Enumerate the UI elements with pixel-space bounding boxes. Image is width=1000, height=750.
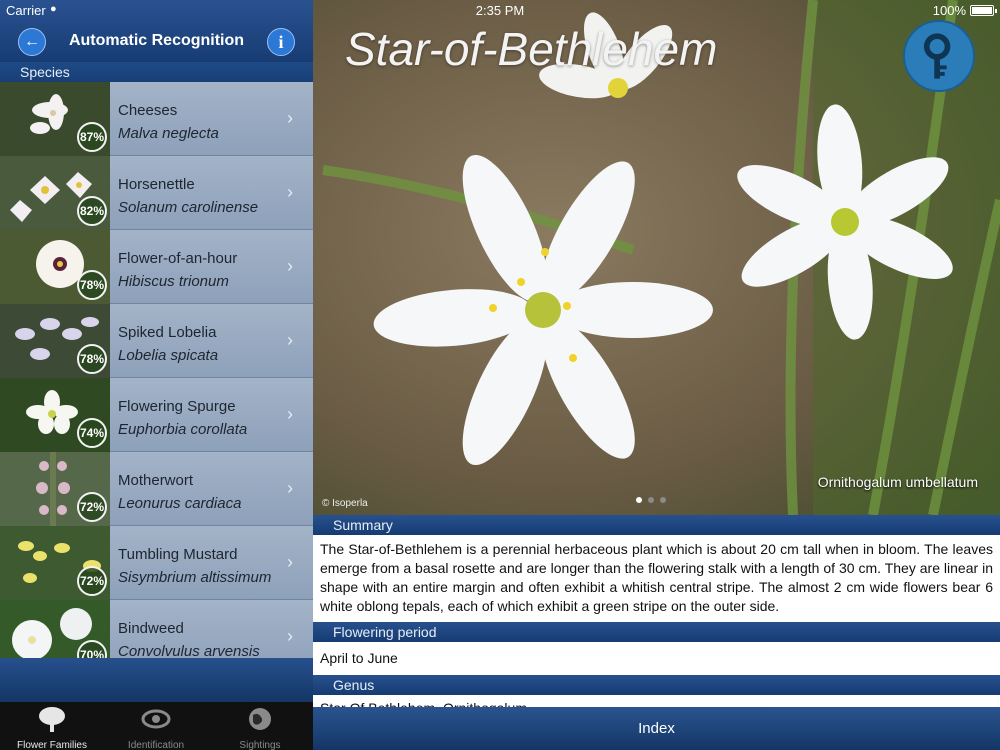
chevron-right-icon: ›	[287, 182, 293, 202]
species-common-name: Cheeses	[118, 102, 178, 119]
species-common-name: Motherwort	[118, 472, 194, 489]
match-badge: 74%	[77, 418, 107, 448]
species-latin-name: Lobelia spicata	[118, 347, 219, 364]
left-footer-bar	[0, 658, 313, 702]
chevron-right-icon: ›	[287, 256, 293, 276]
battery-percent: 100%	[932, 3, 966, 18]
species-latin-name: Convolvulus arvensis	[118, 643, 260, 658]
info-button[interactable]: i	[267, 28, 295, 56]
key-button[interactable]	[903, 20, 975, 92]
tab-label: Identification	[127, 740, 185, 750]
page-dot[interactable]	[660, 497, 666, 503]
list-item[interactable]: 82% Horsenettle Solanum carolinense ›	[0, 156, 313, 230]
eye-icon	[141, 709, 171, 729]
chevron-right-icon: ›	[287, 478, 293, 498]
globe-icon	[249, 708, 271, 730]
list-item[interactable]: 78% Spiked Lobelia Lobelia spicata ›	[0, 304, 313, 378]
species-common-name: Bindweed	[118, 620, 184, 637]
status-time: 2:35 PM	[475, 3, 525, 18]
summary-text: The Star-of-Bethlehem is a perennial her…	[320, 541, 993, 614]
species-latin-name: Malva neglecta	[118, 125, 219, 142]
genus-text: Star Of Bethlehem, Ornithogalum	[320, 699, 993, 707]
match-badge: 72%	[77, 566, 107, 596]
photo-credit: © Isoperla	[322, 498, 368, 509]
match-badge: 82%	[77, 196, 107, 226]
species-common-name: Spiked Lobelia	[118, 324, 217, 341]
list-item[interactable]: 74% Flowering Spurge Euphorbia corollata…	[0, 378, 313, 452]
list-item[interactable]: 87% Cheeses Malva neglecta ›	[0, 82, 313, 156]
list-item[interactable]: 78% Flower-of-an-hour Hibiscus trionum ›	[0, 230, 313, 304]
tab-bar: Flower Families Identification Sightings	[0, 702, 313, 750]
page-indicator[interactable]	[636, 490, 672, 508]
species-latin-name: Solanum carolinense	[118, 199, 259, 216]
tab-identification[interactable]: Identification	[104, 702, 208, 750]
plant-photo[interactable]	[313, 0, 1000, 515]
page-dot[interactable]	[636, 497, 642, 503]
species-latin-name: Leonurus cardiaca	[118, 495, 242, 512]
photo-latin-caption: Ornithogalum umbellatum	[817, 474, 978, 490]
flower-image	[313, 0, 1000, 515]
page-dot[interactable]	[648, 497, 654, 503]
species-list[interactable]: 87% Cheeses Malva neglecta › 82% Horsene…	[0, 82, 313, 658]
list-item[interactable]: 72% Motherwort Leonurus cardiaca ›	[0, 452, 313, 526]
chevron-right-icon: ›	[287, 108, 293, 128]
index-label: Index	[638, 720, 675, 737]
match-badge: 72%	[77, 492, 107, 522]
species-common-name: Tumbling Mustard	[118, 546, 238, 563]
tree-icon	[39, 707, 65, 732]
details-panel[interactable]: Summary The Star-of-Bethlehem is a peren…	[313, 515, 1000, 707]
genus-header: Genus	[313, 675, 1000, 695]
chevron-right-icon: ›	[287, 626, 293, 646]
species-common-name: Flower-of-an-hour	[118, 250, 238, 267]
species-section-header: Species	[0, 62, 313, 82]
list-item[interactable]: 72% Tumbling Mustard Sisymbrium altissim…	[0, 526, 313, 600]
species-common-name: Flowering Spurge	[118, 398, 236, 415]
tab-sightings[interactable]: Sightings	[208, 702, 312, 750]
status-bar: Carrier ●​ 2:35 PM 100%	[0, 0, 1000, 20]
chevron-right-icon: ›	[287, 330, 293, 350]
species-common-name: Horsenettle	[118, 176, 195, 193]
flowering-text: April to June	[320, 650, 398, 666]
left-panel: ← Automatic Recognition i Species 87% Ch…	[0, 0, 313, 750]
match-badge: 78%	[77, 344, 107, 374]
list-item[interactable]: 70% Bindweed Convolvulus arvensis ›	[0, 600, 313, 658]
tab-label: Sightings	[239, 740, 281, 750]
key-icon	[923, 33, 951, 79]
species-latin-name: Sisymbrium altissimum	[118, 569, 272, 586]
species-latin-name: Euphorbia corollata	[118, 421, 248, 438]
index-button[interactable]: Index	[313, 707, 1000, 750]
chevron-right-icon: ›	[287, 404, 293, 424]
info-icon: i	[278, 32, 284, 52]
species-latin-name: Hibiscus trionum	[118, 273, 229, 290]
tab-flower-families[interactable]: Flower Families	[0, 702, 104, 750]
summary-header: Summary	[313, 515, 1000, 535]
tab-label: Flower Families	[16, 740, 87, 750]
plant-title: Star-of-Bethlehem	[345, 23, 718, 75]
battery-icon	[970, 5, 997, 16]
match-badge: 87%	[77, 122, 107, 152]
flowering-header: Flowering period	[313, 622, 1000, 642]
match-badge: 78%	[77, 270, 107, 300]
chevron-right-icon: ›	[287, 552, 293, 572]
